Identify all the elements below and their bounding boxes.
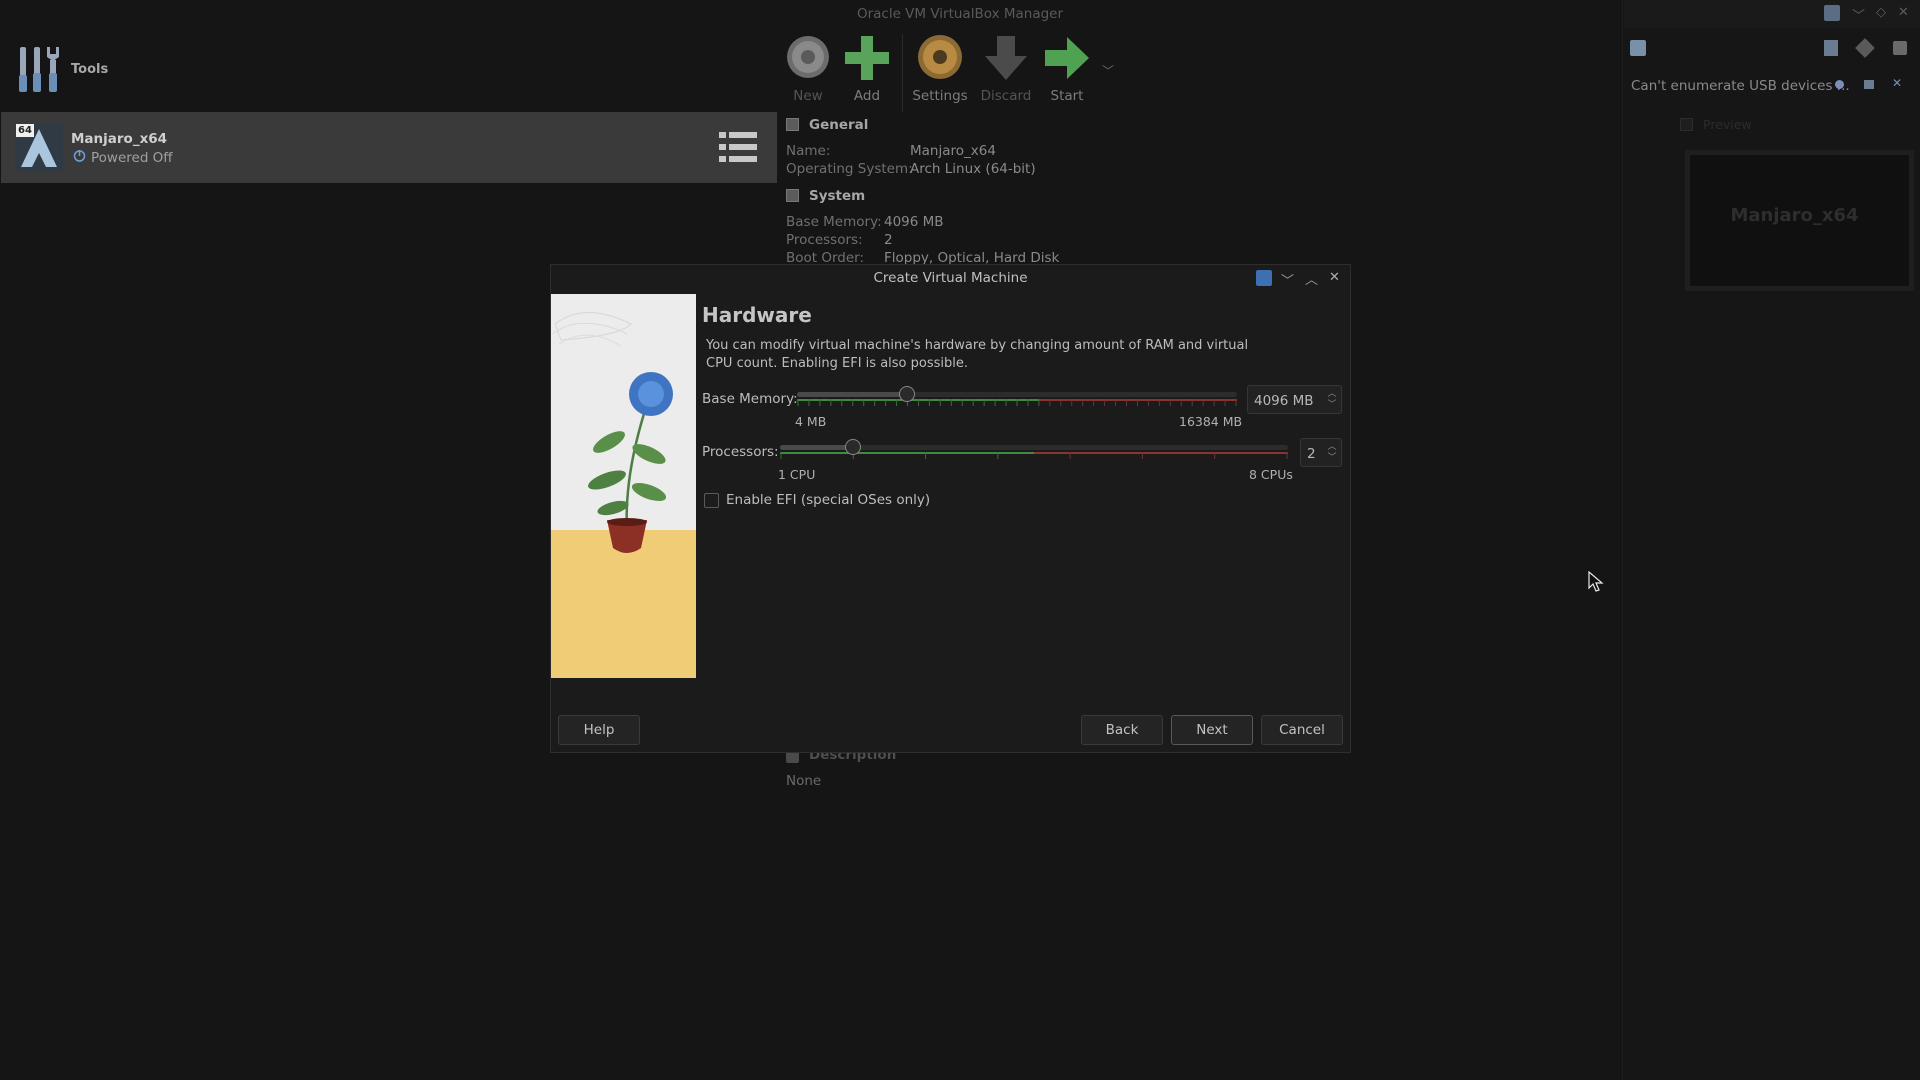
dialog-heading: Hardware	[702, 303, 812, 327]
processors-min-label: 1 CPU	[778, 467, 816, 482]
processors-slider-fill	[780, 445, 853, 450]
vm-state: Powered Off	[91, 150, 173, 166]
dialog-app-icon	[1256, 270, 1272, 286]
vm-menu-icon[interactable]	[719, 130, 757, 164]
toolbar-separator	[902, 34, 903, 112]
general-section-icon	[786, 118, 799, 131]
app-icon	[1824, 5, 1840, 21]
tools-row[interactable]	[0, 36, 775, 108]
system-processors-value: 2	[884, 232, 893, 248]
power-icon	[73, 150, 86, 162]
start-dropdown-chevron-icon[interactable]: ﹀	[1102, 62, 1114, 79]
efi-label: Enable EFI (special OSes only)	[726, 492, 931, 508]
system-memory-value: 4096 MB	[884, 214, 944, 230]
slider-safe-zone	[780, 452, 1034, 454]
start-label: Start	[1050, 88, 1084, 104]
processors-down-icon[interactable]: ﹀	[1327, 454, 1337, 463]
add-label: Add	[853, 88, 881, 104]
memory-down-icon[interactable]: ﹀	[1327, 401, 1337, 410]
back-button[interactable]: Back	[1081, 715, 1163, 745]
memory-slider-ticks	[797, 399, 1237, 406]
slider-warning-zone	[1034, 452, 1288, 454]
new-label: New	[793, 88, 823, 104]
tools-label: Tools	[71, 62, 109, 77]
processors-slider[interactable]	[780, 436, 1288, 460]
processors-slider-handle[interactable]	[844, 439, 861, 455]
memory-spinbox[interactable]: 4096 MB ︿ ﹀	[1247, 385, 1342, 414]
usb-message: Can't enumerate USB devices ...	[1631, 78, 1850, 94]
preview-toggle-icon[interactable]	[1680, 118, 1693, 131]
processors-label: Processors:	[702, 444, 779, 460]
general-section-title: General	[809, 117, 869, 133]
settings-gear-icon	[918, 35, 962, 79]
efi-checkbox[interactable]	[704, 493, 719, 508]
message-pin-icon[interactable]	[1864, 80, 1874, 89]
tools-icon	[19, 47, 59, 92]
description-value: None	[786, 773, 822, 789]
discard-arrow-icon	[985, 36, 1027, 80]
mouse-cursor-icon	[1588, 571, 1604, 592]
vm-name: Manjaro_x64	[71, 131, 168, 147]
help-button[interactable]: Help	[558, 715, 640, 745]
vm-list-item[interactable]: 64	[1, 112, 777, 183]
settings-label: Settings	[912, 88, 968, 104]
details-view-icon[interactable]	[1824, 40, 1838, 56]
memory-spinbox-value: 4096 MB	[1254, 393, 1314, 409]
system-processors-key: Processors:	[786, 232, 863, 248]
cancel-button[interactable]: Cancel	[1261, 715, 1343, 745]
processors-max-label: 8 CPUs	[1249, 467, 1293, 482]
next-button[interactable]: Next	[1171, 715, 1253, 745]
memory-up-icon[interactable]: ︿	[1327, 390, 1337, 399]
new-gear-icon	[787, 36, 829, 78]
dialog-minimize-icon[interactable]: ﹀	[1281, 270, 1294, 289]
general-name-value: Manjaro_x64	[910, 143, 996, 159]
snapshot-icon[interactable]	[1893, 41, 1907, 55]
close-window-icon[interactable]: ✕	[1898, 5, 1909, 20]
general-os-value: Arch Linux (64-bit)	[910, 161, 1036, 177]
plant-illustration	[551, 294, 696, 678]
dialog-title: Create Virtual Machine	[873, 270, 1028, 286]
add-plus-icon	[845, 36, 889, 80]
maximize-icon[interactable]: ◇	[1876, 5, 1886, 20]
memory-max-label: 16384 MB	[1179, 414, 1243, 429]
start-arrow-icon	[1045, 37, 1089, 79]
memory-slider-handle[interactable]	[899, 386, 915, 402]
system-memory-key: Base Memory:	[786, 214, 882, 230]
system-section-icon	[786, 189, 799, 202]
memory-label: Base Memory:	[702, 391, 798, 407]
dialog-maximize-icon[interactable]: ︿	[1305, 269, 1318, 288]
processors-spinbox-value: 2	[1307, 446, 1316, 462]
system-section-title: System	[809, 188, 866, 204]
processors-spinbox[interactable]: 2 ︿ ﹀	[1300, 438, 1342, 467]
general-os-key: Operating System:	[786, 161, 913, 177]
64bit-badge: 64	[16, 124, 34, 137]
notification-icon[interactable]	[1630, 40, 1646, 56]
memory-min-label: 4 MB	[795, 414, 827, 429]
slider-warning-zone	[1039, 399, 1237, 401]
wizard-illustration	[551, 294, 696, 678]
memory-slider-fill	[797, 392, 907, 397]
processors-up-icon[interactable]: ︿	[1327, 443, 1337, 452]
message-close-icon[interactable]: ✕	[1892, 76, 1902, 90]
dialog-close-icon[interactable]: ✕	[1329, 270, 1340, 285]
general-name-key: Name:	[786, 143, 831, 159]
discard-label: Discard	[980, 88, 1032, 104]
preview-label: Preview	[1703, 117, 1752, 132]
preview-vm-name: Manjaro_x64	[1730, 205, 1859, 226]
minimize-icon[interactable]: ﹀	[1852, 5, 1865, 24]
help-icon[interactable]	[1835, 80, 1844, 89]
memory-slider[interactable]	[797, 383, 1237, 407]
dialog-description: You can modify virtual machine's hardwar…	[706, 338, 1249, 371]
